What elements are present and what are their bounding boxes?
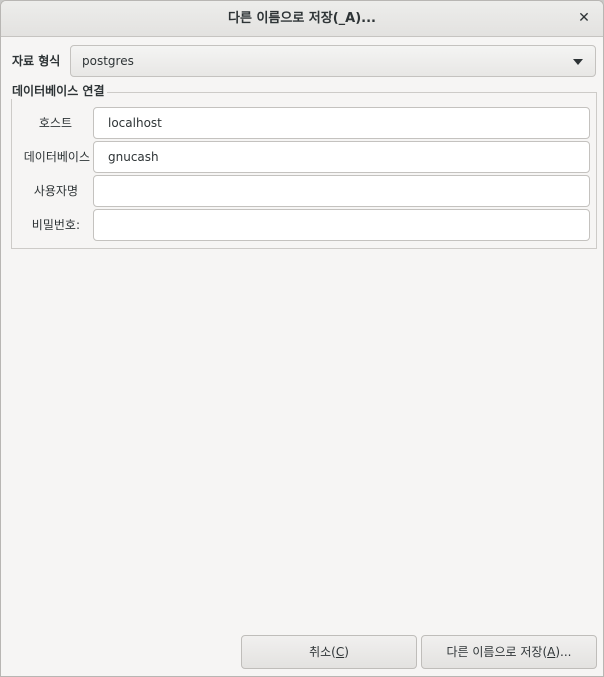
save-as-label-prefix: 다른 이름으로 저장( (446, 645, 548, 659)
title-bar: 다른 이름으로 저장(_A)... ✕ (1, 1, 603, 37)
username-input[interactable] (93, 175, 590, 207)
save-as-button[interactable]: 다른 이름으로 저장(A)... (421, 635, 597, 669)
cancel-label-prefix: 취소( (309, 645, 336, 659)
cancel-button[interactable]: 취소(C) (241, 635, 417, 669)
database-input[interactable]: gnucash (93, 141, 590, 173)
data-format-label: 자료 형식 (12, 54, 61, 68)
cancel-label-suffix: ) (344, 645, 349, 659)
database-input-value: gnucash (108, 150, 159, 164)
password-input[interactable] (93, 209, 590, 241)
password-label: 비밀번호: (31, 218, 80, 232)
data-format-value: postgres (82, 54, 134, 68)
save-as-dialog: 다른 이름으로 저장(_A)... ✕ 자료 형식 postgres 데이터베이… (0, 0, 604, 677)
close-icon[interactable]: ✕ (573, 7, 595, 29)
save-as-label-suffix: )... (555, 645, 572, 659)
host-label: 호스트 (38, 116, 72, 130)
data-format-dropdown[interactable]: postgres (70, 45, 596, 77)
database-connection-legend: 데이터베이스 연결 (11, 83, 107, 99)
database-label: 데이터베이스 (23, 150, 90, 164)
chevron-down-icon (573, 59, 583, 65)
cancel-mnemonic: C (335, 645, 345, 659)
host-input[interactable]: localhost (93, 107, 590, 139)
username-label: 사용자명 (33, 184, 78, 198)
host-input-value: localhost (108, 116, 162, 130)
dialog-title: 다른 이름으로 저장(_A)... (228, 11, 376, 26)
